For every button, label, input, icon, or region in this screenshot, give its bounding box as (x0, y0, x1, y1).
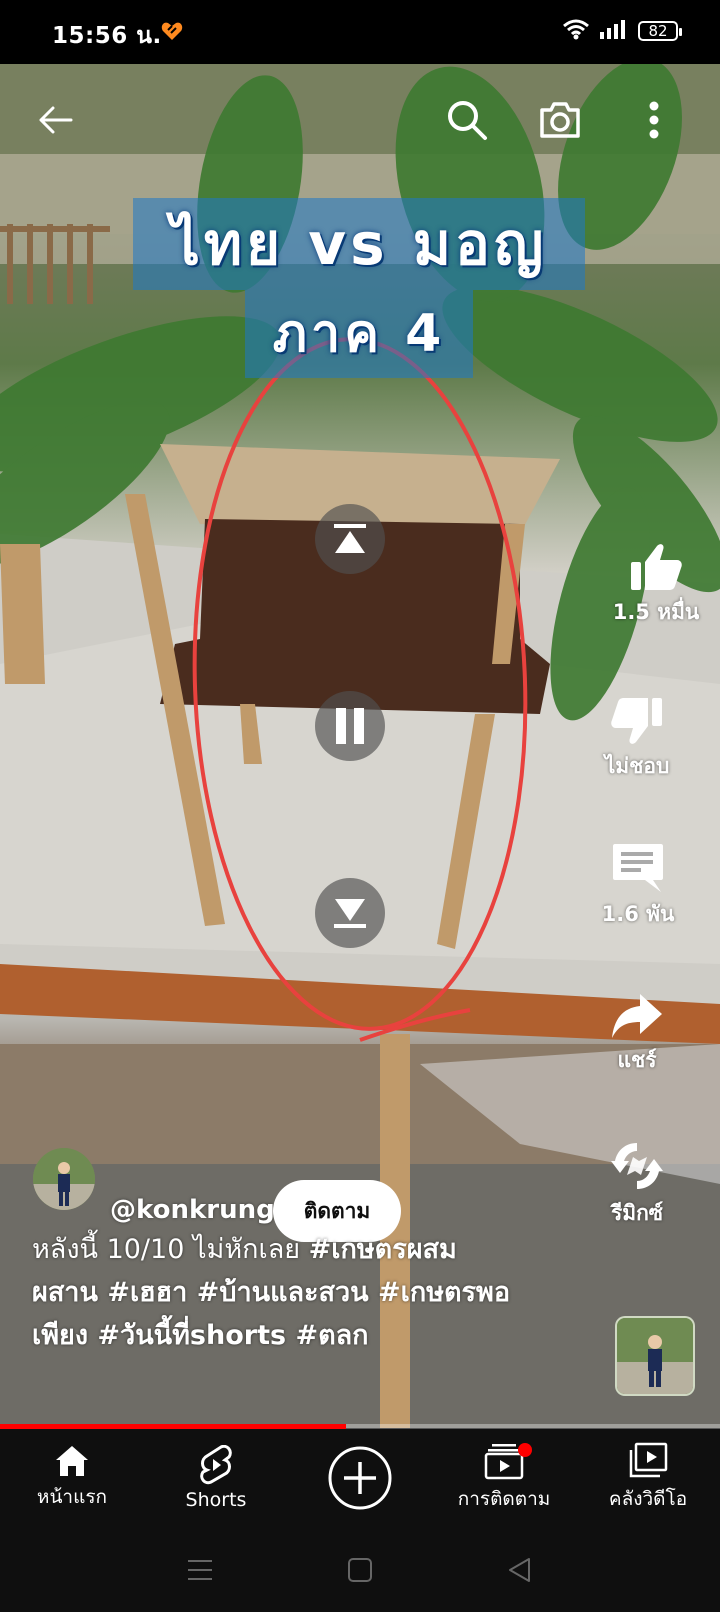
sound-thumbnail-image (617, 1318, 693, 1394)
sound-thumbnail[interactable] (615, 1316, 695, 1396)
pause-button[interactable] (315, 691, 385, 761)
description-hashtags-2[interactable]: ผสาน #เฮฮา #บ้านและสวน #เกษตรพอ (32, 1271, 572, 1314)
arrow-left-icon (39, 106, 73, 134)
remix-label: รีมิกซ์ (610, 1201, 664, 1225)
description-text: หลังนี้ 10/10 ไม่หักเลย (32, 1234, 309, 1265)
video-player[interactable]: ไทย vs มอญ ภาค 4 1.5 หมื่น ไม่ชอบ 1.6 พั… (0, 64, 720, 1428)
library-icon (629, 1442, 668, 1478)
share-button[interactable]: แชร์ (582, 992, 692, 1077)
pause-icon (336, 708, 364, 744)
like-count: 1.5 หมื่น (612, 600, 700, 624)
bottom-navigation: หน้าแรก Shorts การติดตาม คลังวิดีโอ (0, 1429, 720, 1527)
dislike-label: ไม่ชอบ (604, 754, 670, 778)
square-icon (348, 1557, 372, 1582)
comments-button[interactable]: 1.6 พัน (583, 842, 693, 931)
comment-count: 1.6 พัน (601, 902, 675, 926)
comment-icon (613, 844, 663, 892)
channel-handle[interactable]: @konkrung (110, 1195, 275, 1225)
battery-indicator: 82 (638, 21, 682, 41)
home-system-button[interactable] (330, 1540, 390, 1600)
share-icon (612, 994, 662, 1038)
recent-apps-button[interactable] (170, 1540, 230, 1600)
avatar-image (33, 1148, 95, 1210)
status-bar: 15:56 น. 82 (0, 0, 720, 64)
nav-shorts[interactable]: Shorts (144, 1429, 288, 1527)
nav-home-label: หน้าแรก (36, 1486, 108, 1508)
wifi-icon (562, 18, 590, 44)
nav-library[interactable]: คลังวิดีโอ (576, 1429, 720, 1527)
app-notification-icon (161, 21, 183, 45)
nav-home[interactable]: หน้าแรก (0, 1429, 144, 1527)
video-title-line2: ภาค 4 (245, 290, 473, 378)
dislike-button[interactable]: ไม่ชอบ (582, 696, 692, 783)
remix-button[interactable]: รีมิกซ์ (582, 1139, 692, 1230)
nav-create[interactable] (288, 1429, 432, 1527)
signal-icon (598, 18, 630, 44)
nav-subscriptions-label: การติดตาม (457, 1488, 551, 1510)
skip-down-icon (334, 899, 366, 928)
share-label: แชร์ (617, 1048, 657, 1072)
search-icon (448, 101, 487, 140)
shorts-icon (200, 1445, 232, 1485)
add-circle-icon (328, 1446, 392, 1510)
status-time: 15:56 น. (52, 23, 162, 49)
remix-icon (611, 1143, 663, 1189)
home-icon (56, 1446, 88, 1476)
back-button[interactable] (25, 90, 85, 150)
previous-short-button[interactable] (315, 504, 385, 574)
nav-subscriptions[interactable]: การติดตาม (432, 1429, 576, 1527)
thumb-up-icon (631, 544, 682, 590)
camera-button[interactable] (530, 90, 590, 150)
next-short-button[interactable] (315, 878, 385, 948)
video-title-line1: ไทย vs มอญ (133, 198, 585, 290)
description-hashtags-1[interactable]: #เกษตรผสม (309, 1234, 457, 1265)
skip-up-icon (334, 524, 366, 553)
triangle-back-icon (509, 1557, 530, 1582)
channel-avatar[interactable] (33, 1148, 95, 1210)
camera-icon (540, 102, 580, 138)
video-description[interactable]: หลังนี้ 10/10 ไม่หักเลย #เกษตรผสม ผสาน #… (32, 1228, 572, 1357)
more-vert-icon (649, 101, 659, 139)
like-button[interactable]: 1.5 หมื่น (601, 542, 711, 629)
menu-icon (188, 1559, 212, 1580)
system-navigation-bar (0, 1527, 720, 1612)
nav-shorts-label: Shorts (185, 1489, 247, 1511)
search-button[interactable] (437, 90, 497, 150)
description-hashtags-3[interactable]: เพียง #วันนี้ที่shorts #ตลก (32, 1314, 572, 1357)
nav-library-label: คลังวิดีโอ (608, 1488, 688, 1510)
subscriptions-notification-dot (518, 1443, 532, 1457)
back-system-button[interactable] (490, 1540, 550, 1600)
thumb-down-icon (611, 698, 662, 744)
more-options-button[interactable] (624, 90, 684, 150)
